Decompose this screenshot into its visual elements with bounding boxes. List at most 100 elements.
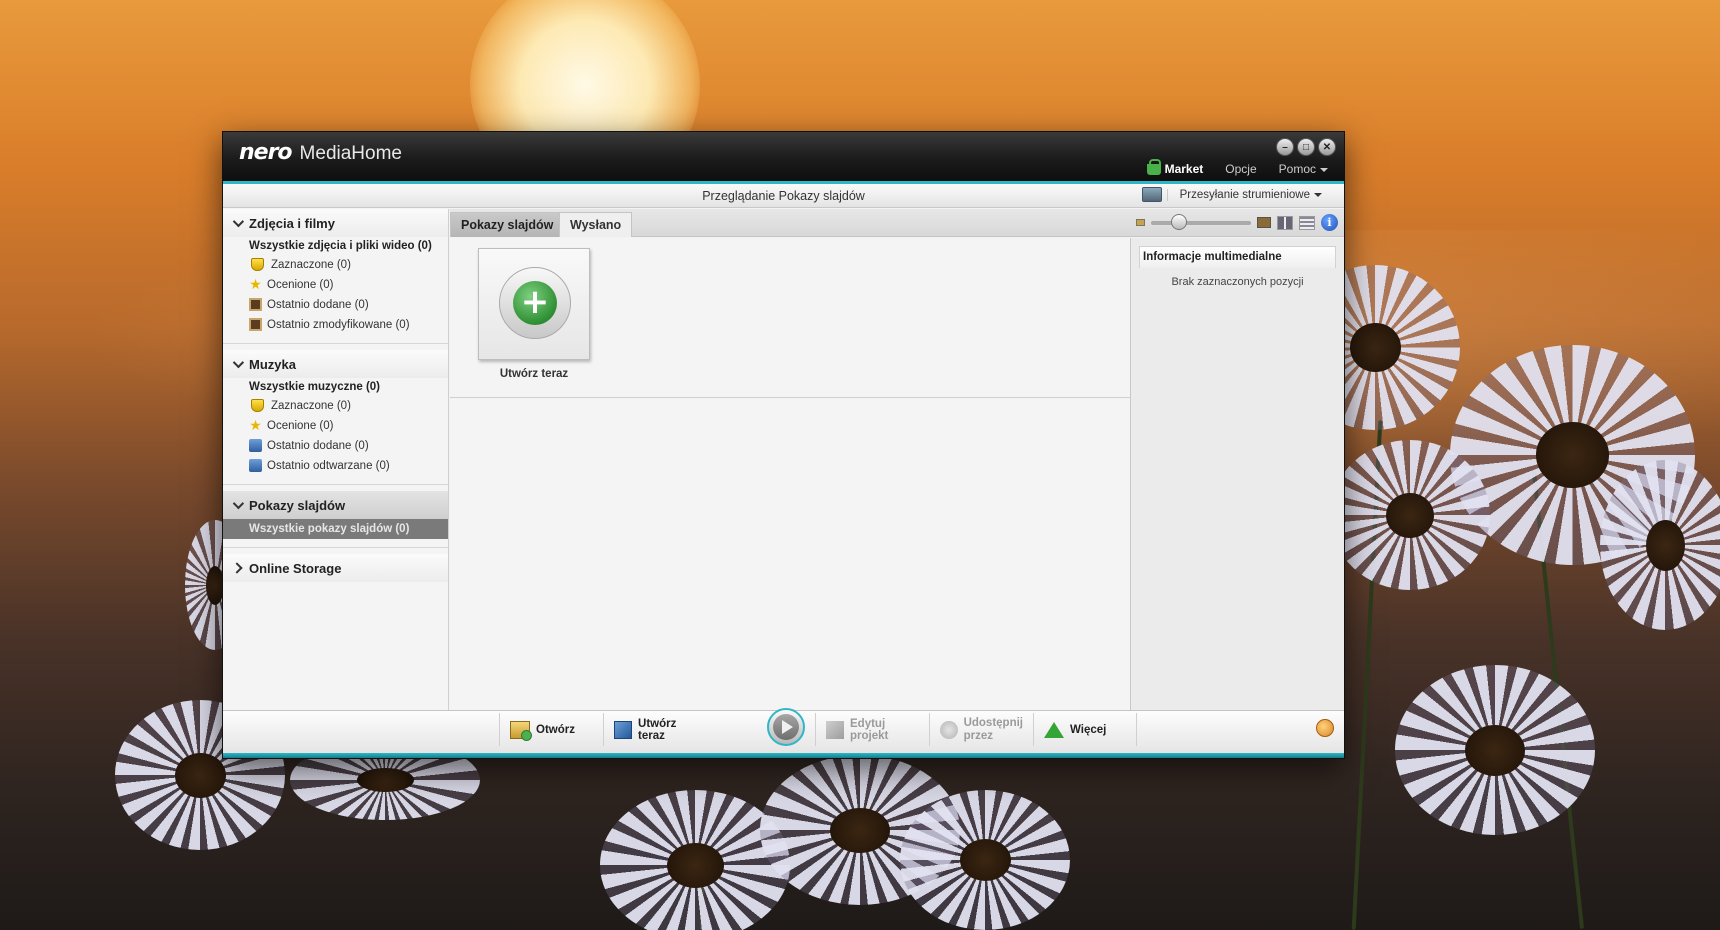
sidebar-item-label: Zaznaczone (0) [271,258,351,271]
maximize-icon[interactable]: □ [1297,138,1315,156]
sidebar-item-photos-recent[interactable]: Ostatnio dodane (0) [223,295,448,315]
list-view-icon[interactable] [1299,215,1315,230]
chevron-down-icon [232,356,245,369]
help-menu[interactable]: Pomoc [1279,162,1328,176]
edit-label: Edytuj projekt [850,717,889,742]
share-via-button[interactable]: Udostępnij przez [929,713,1033,746]
window-controls: – □ ✕ [1276,138,1336,156]
section-title: Muzyka [249,356,296,372]
info-icon[interactable]: i [1321,214,1338,231]
sidebar-item-photos-modified[interactable]: Ostatnio zmodyfikowane (0) [223,315,448,335]
thumbnail-size-slider[interactable] [1151,213,1251,230]
create-label: Utwórz teraz [638,717,677,742]
tab-slideshows[interactable]: Pokazy slajdów [450,212,565,237]
section-header-music[interactable]: Muzyka [223,350,448,378]
slideshow-grid: + Utwórz teraz [450,238,1132,398]
streaming-label: Przesyłanie strumieniowe [1179,189,1310,201]
app-name: MediaHome [299,143,402,164]
streaming-monitor-icon[interactable] [1142,187,1162,202]
chevron-down-icon [232,215,245,228]
daisy-flower [600,790,790,930]
flag-icon [251,399,264,412]
nero-burn-icon[interactable] [1316,719,1334,737]
daisy-flower [1395,665,1595,835]
create-now-tile[interactable]: + [478,248,590,360]
slideshow-create-icon [614,720,633,739]
create-now-button[interactable]: Utwórz teraz [603,713,709,746]
browse-bar: Przeglądanie Pokazy slajdów Przesyłanie … [223,184,1344,208]
sidebar-item-label: Ostatnio odtwarzane (0) [267,459,390,472]
sidebar-item-music-recent[interactable]: Ostatnio dodane (0) [223,436,448,456]
help-label: Pomoc [1278,162,1316,176]
share-label: Udostępnij przez [963,716,1023,742]
play-button[interactable] [767,708,805,746]
photo-icon [249,298,262,311]
sidebar-item-label: Ostatnio zmodyfikowane (0) [267,318,410,331]
sidebar-item-music-rated[interactable]: ★ Ocenione (0) [223,416,448,436]
sidebar-item-photos-flagged[interactable]: Zaznaczone (0) [223,255,448,275]
title-bar: nero MediaHome – □ ✕ Market Opcje Pomoc [223,132,1344,184]
minimize-icon[interactable]: – [1276,138,1294,156]
play-icon [773,714,799,740]
sidebar-item-photos-rated[interactable]: ★ Ocenione (0) [223,275,448,295]
open-folder-icon [510,720,532,741]
basket-icon [1146,158,1161,175]
edit-project-button[interactable]: Edytuj projekt [815,713,929,746]
bottom-toolbar: Otwórz Utwórz teraz Edytuj projekt Udost… [223,708,1344,758]
sidebar-item-all-photos[interactable]: Wszystkie zdjęcia i pliki wideo (0) [223,237,448,255]
sidebar-item-label: Ostatnio dodane (0) [267,439,369,452]
star-icon: ★ [249,417,262,433]
tab-sent[interactable]: Wysłano [559,212,633,237]
section-music: Muzyka Wszystkie muzyczne (0) Zaznaczone… [223,350,448,485]
edit-project-icon [826,720,844,739]
music-note-icon [249,439,262,452]
section-title: Online Storage [249,560,342,576]
chevron-down-icon [232,497,245,510]
media-info-panel: Informacje multimedialne Brak zaznaczony… [1130,238,1344,710]
section-title: Pokazy slajdów [249,497,346,513]
chevron-down-icon [1320,167,1328,172]
grid-view-icon[interactable] [1277,215,1293,230]
streaming-dropdown[interactable]: Przesyłanie strumieniowe [1166,189,1322,201]
flag-icon [251,258,264,271]
sidebar-item-all-slideshows[interactable]: Wszystkie pokazy slajdów (0) [223,519,448,539]
market-label: Market [1164,162,1204,176]
section-online-storage: Online Storage [223,554,448,590]
plus-icon: + [513,281,557,325]
market-link[interactable]: Market [1146,158,1204,176]
media-info-title: Informacje multimedialne [1139,246,1336,268]
slider-thumb[interactable] [1171,213,1187,230]
view-controls: i [1136,213,1338,231]
chevron-down-icon [1314,192,1322,197]
chevron-right-icon [231,562,243,574]
open-label: Otwórz [536,723,575,736]
close-icon[interactable]: ✕ [1318,138,1336,156]
zoom-small-icon[interactable] [1136,219,1145,226]
more-button[interactable]: Więcej [1033,713,1137,746]
sidebar-item-label: Ocenione (0) [267,278,334,291]
section-slideshows: Pokazy slajdów Wszystkie pokazy slajdów … [223,491,448,548]
content-area: + Utwórz teraz [450,238,1132,710]
tabs-bar: Pokazy slajdów Wysłano i [450,209,1344,237]
options-menu[interactable]: Opcje [1225,162,1256,176]
photo-icon [249,318,262,331]
sidebar: Zdjęcia i filmy Wszystkie zdjęcia i plik… [223,209,449,710]
more-label: Więcej [1070,723,1107,736]
nero-logo: nero [239,140,293,165]
sidebar-item-music-played[interactable]: Ostatnio odtwarzane (0) [223,456,448,476]
music-note-icon [249,459,262,472]
app-logo: nero MediaHome [239,140,402,165]
section-header-online-storage[interactable]: Online Storage [223,554,448,582]
top-menu: Market Opcje Pomoc [1146,158,1328,176]
arrow-up-icon [1044,721,1064,738]
sidebar-item-label: Zaznaczone (0) [271,399,351,412]
open-button[interactable]: Otwórz [499,713,603,746]
zoom-large-icon[interactable] [1257,217,1271,228]
daisy-flower [1330,440,1490,590]
daisy-flower [900,790,1070,930]
sidebar-item-all-music[interactable]: Wszystkie muzyczne (0) [223,378,448,396]
section-title: Zdjęcia i filmy [249,215,335,231]
section-header-slideshows[interactable]: Pokazy slajdów [223,491,448,519]
section-header-photos[interactable]: Zdjęcia i filmy [223,209,448,237]
sidebar-item-music-flagged[interactable]: Zaznaczone (0) [223,396,448,416]
